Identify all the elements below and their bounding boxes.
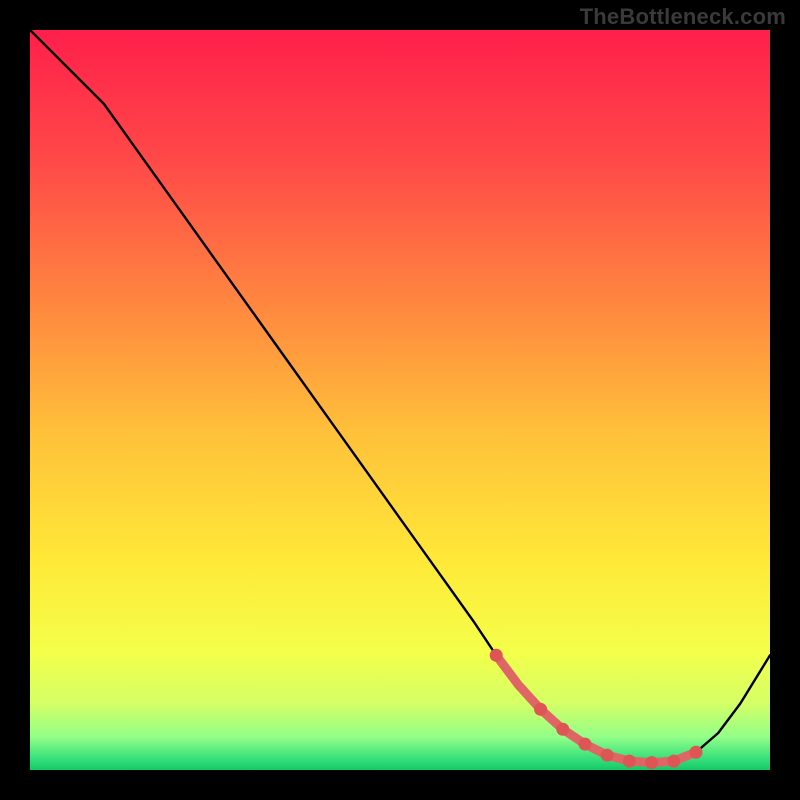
highlight-dot [601,749,614,762]
gradient-background [30,30,770,770]
chart-frame: { "watermark": "TheBottleneck.com", "col… [0,0,800,800]
highlight-dot [690,746,703,759]
bottleneck-chart [0,0,800,800]
highlight-dot [645,756,658,769]
highlight-dot [623,755,636,768]
highlight-dot [579,738,592,751]
highlight-dot [534,703,547,716]
highlight-dot [667,755,680,768]
highlight-dot [556,723,569,736]
highlight-dot [490,649,503,662]
